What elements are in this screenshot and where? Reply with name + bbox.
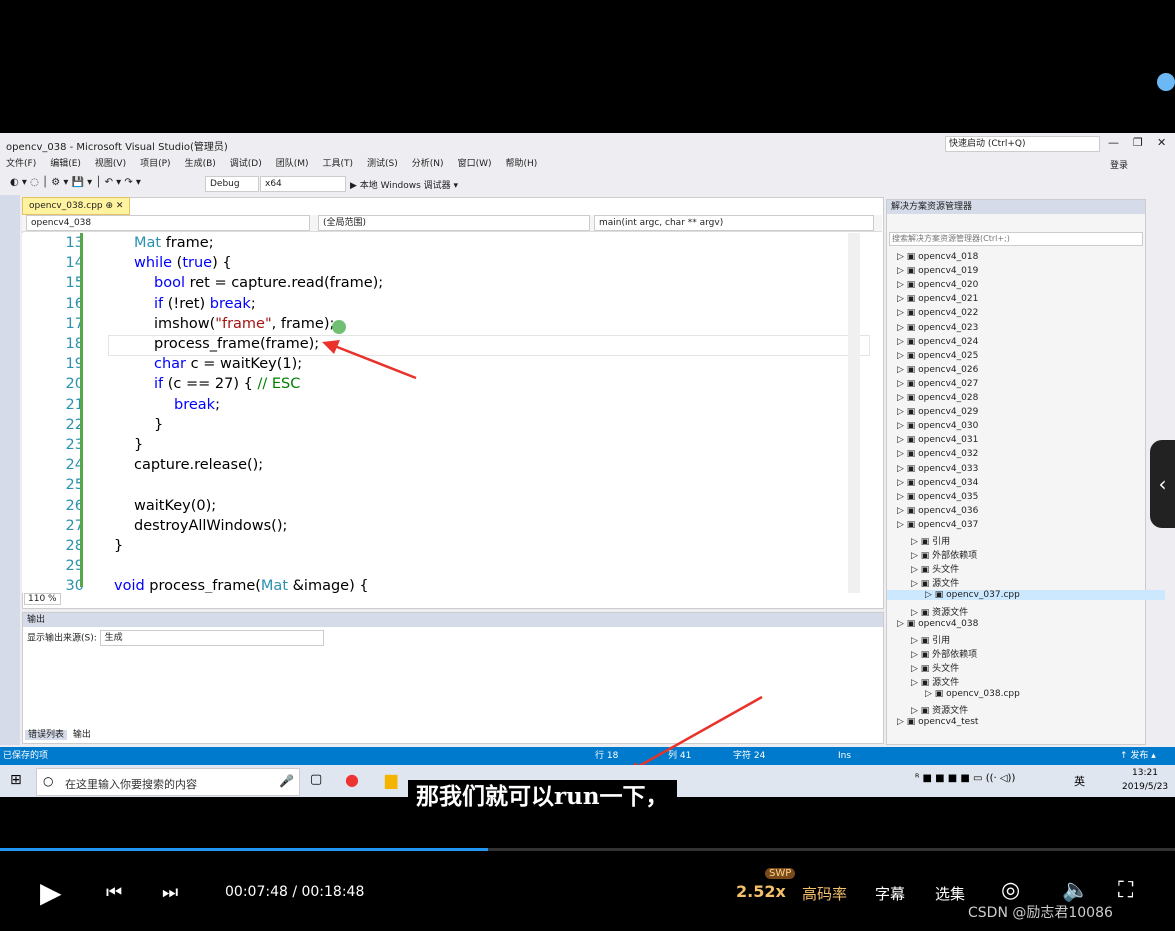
microphone-icon[interactable]: 🎤 (279, 774, 294, 788)
volume-icon[interactable]: 🔈 (1062, 878, 1089, 903)
captions-button[interactable]: 字幕 (875, 883, 905, 904)
progress-fill (0, 848, 488, 851)
cursor-dot (332, 320, 346, 334)
next-icon[interactable]: ⏭ (162, 882, 178, 903)
side-panel-toggle[interactable]: ‹ (1150, 440, 1175, 528)
csdn-watermark: CSDN @励志君10086 (968, 905, 1113, 921)
clock-time[interactable]: 13:21 (1132, 768, 1158, 778)
playback-time: 00:07:48 / 00:18:48 (225, 884, 365, 900)
speed-button[interactable]: 2.52x (736, 882, 786, 901)
chrome-icon[interactable]: ● (345, 770, 359, 789)
previous-icon[interactable]: ⏮ (106, 882, 122, 903)
tray-icons[interactable]: ᴿ ■ ■ ■ ■ ▭ ((· ◁)) (915, 773, 1015, 784)
taskbar-search[interactable]: ○ 在这里输入你要搜索的内容 🎤 (36, 768, 300, 796)
episodes-button[interactable]: 选集 (935, 883, 965, 904)
video-subtitle: 那我们就可以run一下， (408, 780, 677, 814)
floating-ball-icon[interactable] (1157, 73, 1175, 91)
fullscreen-icon[interactable]: ⛶ (1118, 878, 1133, 903)
arrow-to-taskbar (631, 695, 763, 772)
play-icon[interactable]: ▶ (40, 876, 62, 909)
clock-date[interactable]: 2019/5/23 (1122, 782, 1168, 792)
video-player-controls: ▶ ⏮ ⏭ 00:07:48 / 00:18:48 SWP 2.52x 高码率 … (0, 848, 1175, 931)
swp-badge: SWP (765, 868, 796, 879)
file-explorer-icon[interactable]: ▆ (385, 770, 397, 789)
search-icon: ○ (43, 774, 54, 788)
quality-button[interactable]: 高码率 (802, 883, 847, 904)
taskbar-search-input[interactable]: 在这里输入你要搜索的内容 (65, 776, 197, 792)
progress-track[interactable] (0, 848, 1175, 851)
windows-start-icon[interactable]: ⊞ (10, 772, 22, 788)
language-indicator[interactable]: 英 (1074, 773, 1085, 789)
settings-gear-icon[interactable]: ◎ (1001, 878, 1020, 903)
arrow-to-line-18 (331, 343, 417, 380)
task-view-icon[interactable]: ▢ (310, 772, 322, 787)
